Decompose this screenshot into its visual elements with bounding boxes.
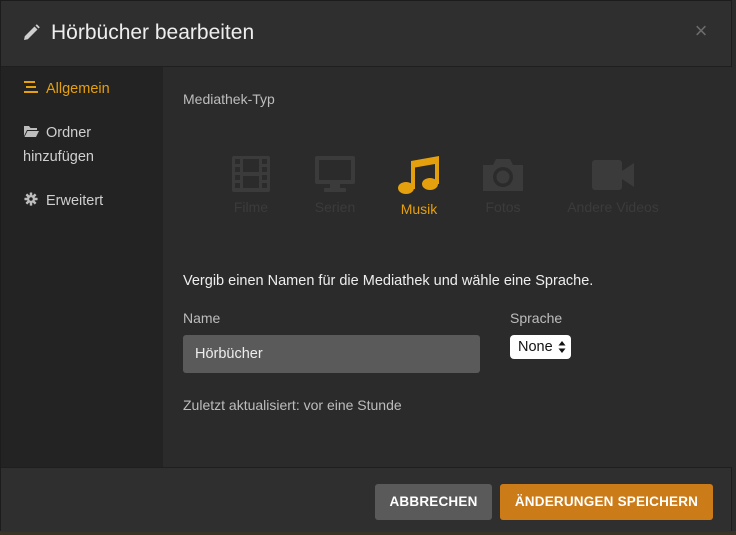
language-label: Sprache xyxy=(510,310,563,326)
language-select-value: None xyxy=(518,339,553,355)
edit-library-dialog: Hörbücher bearbeiten × Allgemein Ordner … xyxy=(0,0,733,532)
type-label: Filme xyxy=(233,199,269,215)
type-filme[interactable]: Filme xyxy=(221,155,281,215)
sidebar-item-allgemein[interactable]: Allgemein xyxy=(23,77,110,101)
type-label: Fotos xyxy=(485,199,521,215)
type-label: Serien xyxy=(314,199,356,215)
save-changes-button[interactable]: ÄNDERUNGEN SPEICHERN xyxy=(500,484,713,520)
type-musik[interactable]: Musik xyxy=(389,155,449,217)
sidebar-item-label-line2: hinzufügen xyxy=(23,149,94,165)
close-icon[interactable]: × xyxy=(689,19,713,43)
sidebar-item-ordner-hinzufuegen[interactable]: Ordner hinzufügen xyxy=(23,121,94,169)
dialog-header: Hörbücher bearbeiten × xyxy=(1,1,731,67)
sidebar-item-label: Erweitert xyxy=(46,193,104,209)
cancel-button[interactable]: ABBRECHEN xyxy=(375,484,492,520)
sidebar-item-label: Allgemein xyxy=(46,81,110,97)
language-select[interactable]: None xyxy=(510,335,571,359)
sidebar-item-erweitert[interactable]: Erweitert xyxy=(23,189,103,213)
tv-icon xyxy=(315,156,355,192)
select-arrows-icon xyxy=(558,341,566,353)
video-camera-icon xyxy=(592,160,634,190)
music-icon xyxy=(398,156,439,194)
sidebar-item-label: Ordner xyxy=(46,125,92,141)
library-type-selector: Filme Serien Musik Fotos Andere Videos xyxy=(163,155,733,235)
name-input[interactable]: Hörbücher xyxy=(183,335,480,373)
dialog-title: Hörbücher bearbeiten xyxy=(51,21,255,44)
main-content: Mediathek-Typ Filme Serien Musik Fotos A… xyxy=(163,67,733,467)
camera-icon xyxy=(483,159,523,191)
name-language-prompt: Vergib einen Namen für die Mediathek und… xyxy=(183,273,594,289)
type-fotos[interactable]: Fotos xyxy=(473,155,533,215)
type-serien[interactable]: Serien xyxy=(305,155,365,215)
pencil-icon xyxy=(24,24,40,40)
dialog-footer: ABBRECHEN ÄNDERUNGEN SPEICHERN xyxy=(1,467,731,532)
type-label: Andere Videos xyxy=(567,199,659,215)
film-icon xyxy=(232,156,270,192)
type-andere-videos[interactable]: Andere Videos xyxy=(563,155,663,215)
folder-icon xyxy=(24,126,39,137)
sidebar: Allgemein Ordner hinzufügen Erweitert xyxy=(1,67,163,467)
list-icon xyxy=(24,81,38,93)
name-label: Name xyxy=(183,310,221,326)
last-updated-text: Zuletzt aktualisiert: vor eine Stunde xyxy=(183,397,402,413)
library-type-label: Mediathek-Typ xyxy=(183,91,275,107)
gear-icon xyxy=(24,192,38,206)
type-label: Musik xyxy=(400,201,438,217)
